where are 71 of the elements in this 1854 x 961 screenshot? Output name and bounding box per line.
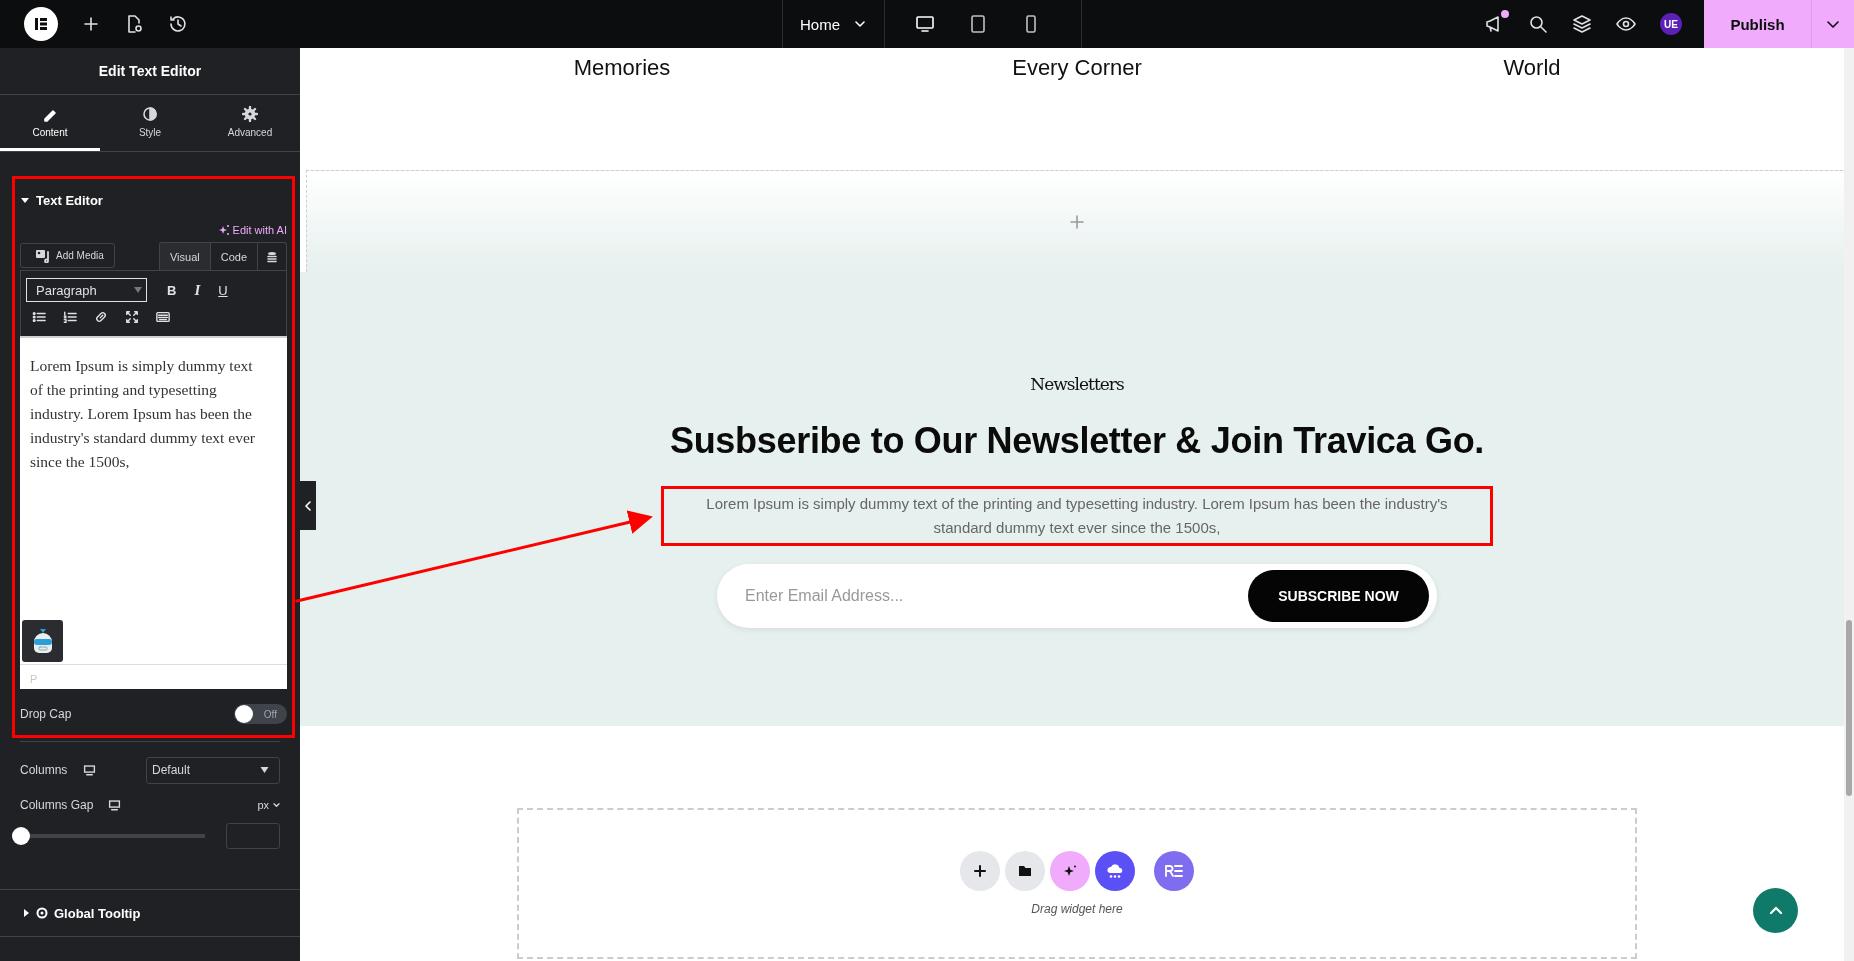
subscribe-button[interactable]: SUBSCRIBE NOW — [1248, 570, 1429, 622]
plus-icon[interactable] — [82, 15, 100, 33]
panel-tab[interactable]: Content — [0, 95, 100, 151]
newsletter-heading: Susbseribe to Our Newsletter & Join Travica Go. — [669, 420, 1485, 462]
fullscreen-icon[interactable] — [125, 310, 139, 324]
cloud-templates-button[interactable] — [1095, 851, 1135, 891]
eye-icon[interactable] — [1616, 14, 1636, 34]
collapse-panel-button[interactable] — [300, 481, 316, 530]
logo-icon[interactable] — [24, 7, 58, 41]
format-button[interactable]: I — [194, 281, 201, 299]
database-icon — [267, 250, 277, 263]
logo-mark-icon — [33, 16, 49, 32]
control-label: Drop Cap — [20, 707, 72, 721]
bulleted-list-icon[interactable] — [32, 310, 46, 324]
ai-button[interactable] — [1050, 851, 1090, 891]
chevron-down-icon — [273, 802, 280, 808]
desktop-icon — [83, 764, 97, 776]
media-icon — [35, 248, 51, 263]
badge-icon — [36, 907, 48, 919]
section-eyebrow: Newsletters — [1030, 374, 1124, 394]
edit-with-ai-link[interactable]: Edit with AI — [217, 224, 287, 236]
email-field[interactable]: Enter Email Address... SUBSCRIBE NOW — [717, 564, 1437, 628]
section-header[interactable]: Global Tooltip — [0, 889, 300, 937]
layers-icon[interactable] — [1572, 14, 1592, 34]
contrast-icon — [142, 105, 158, 122]
template-library-button[interactable] — [1005, 851, 1045, 891]
tablet-icon[interactable] — [968, 14, 988, 34]
unit-dropdown[interactable]: px — [257, 799, 280, 811]
folder-icon — [1018, 865, 1032, 877]
plus-icon — [973, 864, 987, 878]
cloud-icon — [1106, 863, 1124, 879]
numbered-list-icon[interactable] — [63, 310, 77, 324]
addon-button[interactable] — [1154, 851, 1194, 891]
card-title: Every Corner — [1012, 55, 1142, 82]
chevron-left-icon — [304, 500, 312, 511]
control-label: Columns — [20, 763, 68, 777]
add-button[interactable] — [960, 851, 1000, 891]
user-avatar[interactable]: UE — [1660, 13, 1682, 35]
card-title: World — [1503, 55, 1561, 82]
add-media-button[interactable]: Add Media — [20, 243, 115, 268]
format-button[interactable]: B — [167, 282, 177, 298]
sparkle-icon — [1063, 864, 1077, 878]
search-icon[interactable] — [1528, 14, 1548, 34]
panel-tab[interactable]: Style — [100, 95, 200, 151]
panel-tab[interactable]: Advanced — [200, 95, 300, 151]
addon-logo-icon — [1164, 864, 1184, 878]
scroll-to-top-button[interactable] — [1753, 888, 1798, 933]
gear-icon — [242, 105, 258, 122]
control-label: Columns Gap — [20, 798, 94, 812]
newsletter-text: Lorem Ipsum is simply dummy text of the printing and typesetting industry. Lorem Ipsum has been the industry's standard dummy text ever since the 1500s, — [705, 494, 1449, 538]
desktop-icon[interactable] — [915, 14, 935, 34]
editor-mode-tab[interactable]: Visual — [159, 243, 211, 270]
caret-down-icon — [134, 287, 142, 293]
gap-input-field[interactable] — [226, 823, 280, 849]
columns-dropdown[interactable]: Default — [146, 756, 280, 784]
format-button[interactable]: U — [218, 282, 228, 298]
history-icon[interactable] — [168, 14, 188, 34]
slider-thumb[interactable] — [12, 827, 30, 845]
scrollbar[interactable] — [1844, 48, 1854, 961]
desktop-icon — [108, 799, 122, 811]
scrollbar-thumb[interactable] — [1846, 620, 1852, 796]
card-title: Memories — [573, 55, 671, 82]
robot-assistant-icon[interactable] — [22, 620, 63, 662]
drop-hint: Drag widget here — [1031, 902, 1123, 916]
link-icon[interactable] — [94, 310, 108, 324]
caret-down-icon — [260, 767, 269, 773]
keyboard-icon[interactable] — [156, 310, 170, 324]
section-header[interactable]: Text Editor — [20, 179, 287, 211]
format-dropdown[interactable]: Paragraph — [26, 278, 147, 302]
drop-cap-toggle[interactable]: Off — [234, 704, 287, 724]
chevron-down-icon — [854, 18, 866, 30]
